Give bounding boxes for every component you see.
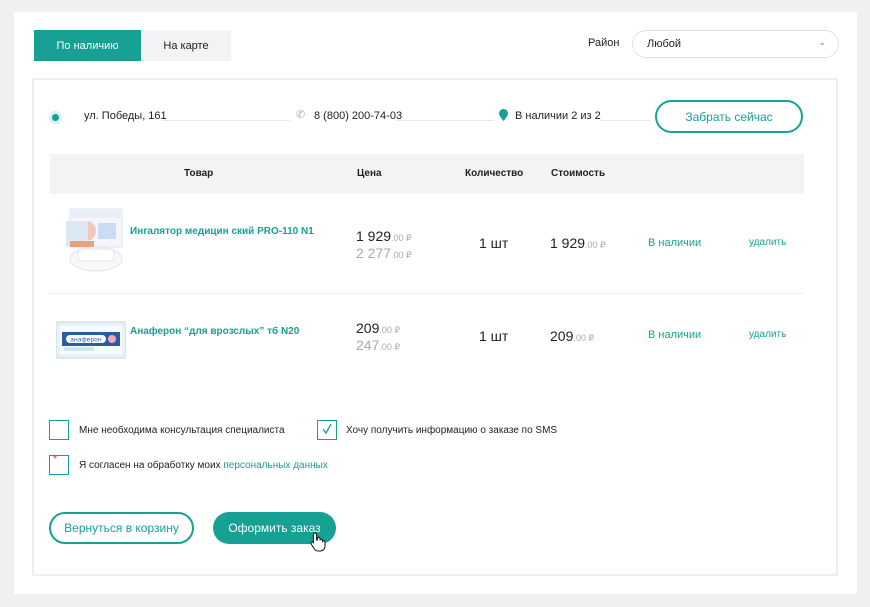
price-current: 1 929.00 ₽ [356, 228, 412, 244]
pickup-now-button[interactable]: Забрать сейчас [655, 100, 803, 133]
chevron-down-icon: ⌄ [818, 37, 826, 47]
divider [396, 120, 494, 121]
table-row: анаферон Анаферон “для врозслых” тб N20 … [50, 295, 804, 395]
product-image-anaferon: анаферон [56, 321, 126, 359]
product-name[interactable]: Анаферон “для врозслых” тб N20 [130, 325, 325, 339]
region-value: Любой [647, 38, 682, 50]
tab-on-map[interactable]: На карте [141, 30, 231, 61]
order-card: По наличию На карте Район Любой ⌄ ул. По… [14, 12, 857, 594]
sms-checkbox[interactable] [317, 420, 337, 440]
price-old: 2 277.00 ₽ [356, 245, 412, 261]
personal-data-link[interactable]: персональных данных [223, 460, 327, 471]
quantity-value: 1 шт [479, 328, 509, 344]
map-pin-icon [499, 109, 508, 121]
store-panel: ул. Победы, 161 ✆ 8 (800) 200-74-03 В на… [32, 78, 838, 576]
consultation-label: Мне необходима консультация специалиста [79, 425, 285, 436]
consent-label: Я согласен на обработку моих персональны… [79, 460, 328, 471]
region-label: Район [588, 37, 620, 49]
price-current: 209.00 ₽ [356, 320, 401, 336]
back-to-cart-button[interactable]: Вернуться в корзину [49, 512, 194, 544]
store-availability: В наличии 2 из 2 [515, 110, 601, 122]
header-cost: Стоимость [551, 168, 606, 179]
header-price: Цена [357, 168, 382, 179]
svg-text:анаферон: анаферон [70, 337, 102, 344]
product-name[interactable]: Ингалятор медицин ский PRO-110 N1 [130, 225, 325, 239]
phone-icon: ✆ [296, 109, 306, 121]
consultation-checkbox[interactable] [49, 420, 69, 440]
store-phone: 8 (800) 200-74-03 [314, 110, 403, 122]
region-select[interactable]: Любой ⌄ [632, 30, 839, 58]
store-row: ул. Победы, 161 ✆ 8 (800) 200-74-03 В на… [34, 100, 836, 140]
hand-cursor-icon [310, 532, 326, 552]
tab-in-stock[interactable]: По наличию [34, 30, 141, 61]
delete-link[interactable]: удалить [749, 329, 786, 340]
consent-checkbox[interactable]: * [49, 454, 69, 475]
store-address: ул. Победы, 161 [84, 110, 167, 122]
divider [162, 120, 290, 121]
product-image-inhaler [66, 208, 123, 272]
stock-status: В наличии [648, 237, 702, 249]
price-old: 247.00 ₽ [356, 337, 401, 353]
quantity-value: 1 шт [479, 235, 509, 251]
checkmark-icon [322, 423, 332, 435]
divider [600, 120, 650, 121]
required-mark: * [53, 454, 57, 465]
cost-value: 209.00 ₽ [550, 328, 595, 344]
delete-link[interactable]: удалить [749, 237, 786, 248]
table-header: Товар Цена Количество Стоимость [50, 154, 804, 194]
header-quantity: Количество [465, 168, 524, 179]
table-row: Ингалятор медицин ский PRO-110 N1 1 929.… [50, 194, 804, 294]
stock-status: В наличии [648, 329, 702, 341]
sms-label: Хочу получить информацию о заказе по SMS [346, 425, 558, 436]
radio-selected-icon[interactable] [52, 114, 59, 121]
cost-value: 1 929.00 ₽ [550, 235, 606, 251]
header-product: Товар [184, 168, 214, 179]
